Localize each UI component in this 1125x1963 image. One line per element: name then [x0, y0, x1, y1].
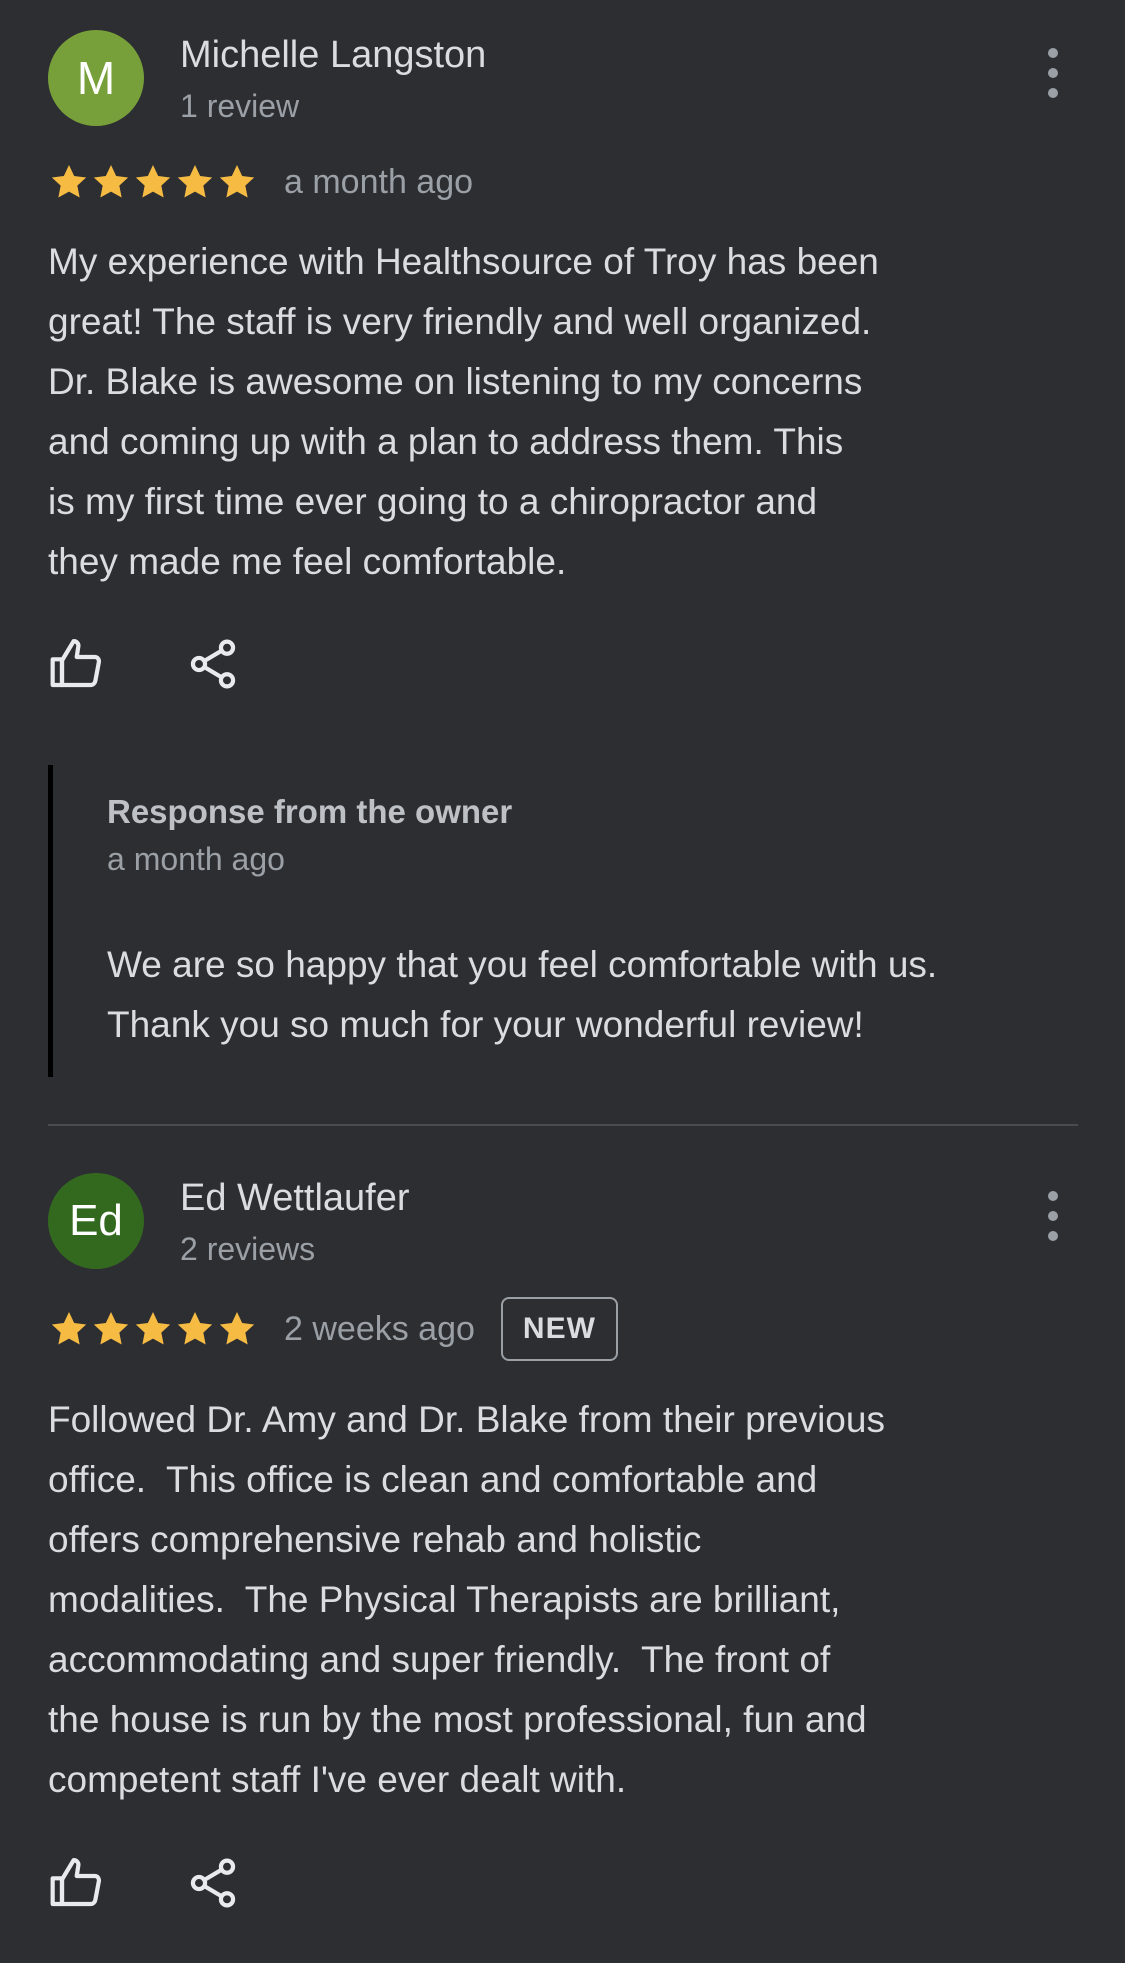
star-icon — [51, 1312, 87, 1345]
review-text-line: they made me feel comfortable. — [48, 541, 567, 582]
divider — [48, 1124, 1078, 1126]
review-time: 2 weeks ago — [284, 1309, 475, 1348]
owner-response-line: Thank you so much for your wonderful rev… — [107, 1004, 864, 1045]
share-icon[interactable] — [185, 636, 241, 692]
author-review-count: 1 review — [180, 88, 300, 124]
author-review-count: 2 reviews — [180, 1231, 316, 1267]
owner-response-text: We are so happy that you feel comfortabl… — [107, 935, 937, 1055]
review-text: My experience with Healthsource of Troy … — [48, 232, 1078, 592]
new-badge: NEW — [500, 1297, 618, 1361]
avatar[interactable]: M — [48, 30, 144, 126]
star-icon — [135, 1312, 171, 1345]
review-text-line: modalities. The Physical Therapists are … — [48, 1579, 841, 1620]
rating-row: 2 weeks ago NEW — [48, 1297, 618, 1361]
star-icon — [219, 165, 255, 198]
author-name[interactable]: Ed Wettlaufer — [180, 1177, 410, 1220]
thumbs-up-icon[interactable] — [48, 1855, 104, 1911]
star-rating — [48, 1309, 258, 1349]
review-text-line: great! The staff is very friendly and we… — [48, 301, 872, 342]
thumbs-up-icon[interactable] — [48, 636, 104, 692]
review-text-line: My experience with Healthsource of Troy … — [48, 241, 879, 282]
owner-response-time: a month ago — [107, 841, 285, 877]
star-icon — [135, 165, 171, 198]
star-icon — [219, 1312, 255, 1345]
owner-response-line: We are so happy that you feel comfortabl… — [107, 944, 938, 985]
owner-response-title: Response from the owner — [107, 793, 513, 830]
more-vert-icon[interactable] — [1040, 1191, 1066, 1241]
review-text-line: and coming up with a plan to address the… — [48, 421, 844, 462]
star-icon — [93, 165, 129, 198]
avatar[interactable]: Ed — [48, 1173, 144, 1269]
review-text-line: offers comprehensive rehab and holistic — [48, 1519, 702, 1560]
rating-row: a month ago — [48, 157, 473, 207]
review-text-line: competent staff I've ever dealt with. — [48, 1759, 627, 1800]
star-icon — [177, 165, 213, 198]
more-vert-icon[interactable] — [1040, 48, 1066, 98]
review-text: Followed Dr. Amy and Dr. Blake from thei… — [48, 1390, 1078, 1810]
review-text-line: office. This office is clean and comfort… — [48, 1459, 818, 1500]
review-text-line: the house is run by the most professiona… — [48, 1699, 867, 1740]
author-name[interactable]: Michelle Langston — [180, 34, 486, 77]
review-text-line: Followed Dr. Amy and Dr. Blake from thei… — [48, 1399, 885, 1440]
review-text-line: Dr. Blake is awesome on listening to my … — [48, 361, 863, 402]
owner-response: Response from the owner a month ago We a… — [48, 765, 1083, 1077]
review-text-line: is my first time ever going to a chiropr… — [48, 481, 818, 522]
share-icon[interactable] — [185, 1855, 241, 1911]
star-rating — [48, 162, 258, 202]
star-icon — [51, 165, 87, 198]
review-time: a month ago — [284, 162, 474, 201]
star-icon — [177, 1312, 213, 1345]
review-text-line: accommodating and super friendly. The fr… — [48, 1639, 831, 1680]
star-icon — [93, 1312, 129, 1345]
